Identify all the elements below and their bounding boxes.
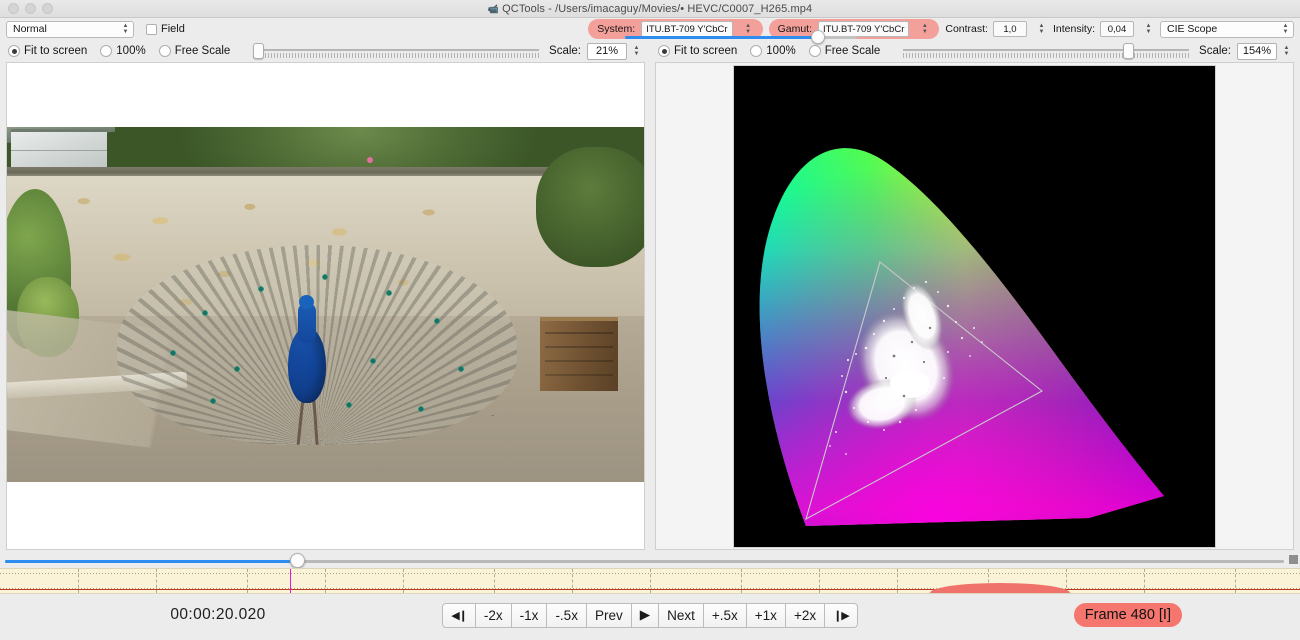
cie-scope-svg — [734, 66, 1215, 547]
intensity-control-group: Intensity: 0,04 ▲▼ — [1053, 21, 1154, 37]
scope-chevron-updown-icon[interactable]: ▲▼ — [1280, 22, 1291, 37]
filter-mode-value: Normal — [13, 23, 116, 35]
video-wooden-crate — [540, 317, 618, 391]
left-fit-to-screen-label: Fit to screen — [24, 45, 87, 57]
left-fit-to-screen-radio[interactable]: Fit to screen — [8, 45, 87, 57]
video-hedge-right — [536, 147, 645, 267]
radio-indicator[interactable] — [100, 45, 112, 57]
radio-indicator[interactable] — [8, 45, 20, 57]
video-peacock-head — [299, 295, 314, 309]
speed-plus-2x-button[interactable]: +2x — [786, 603, 825, 628]
scope-type-value: CIE Scope — [1167, 23, 1276, 35]
graph-playhead[interactable] — [290, 569, 292, 594]
speed-minus-half-button[interactable]: -.5x — [547, 603, 587, 628]
slider-handle[interactable] — [290, 553, 305, 568]
speed-minus-2x-button[interactable]: -2x — [476, 603, 512, 628]
frame-number-badge: Frame 480 [I] — [1074, 603, 1182, 627]
right-scale-value: 154% — [1243, 45, 1271, 57]
right-free-scale-radio[interactable]: Free Scale — [809, 45, 881, 57]
scope-type-select[interactable]: CIE Scope ▲▼ — [1160, 21, 1294, 38]
slider-track — [903, 49, 1189, 51]
intensity-label: Intensity: — [1053, 23, 1095, 35]
right-zoom-slider[interactable] — [903, 44, 1189, 58]
contrast-control-group: Contrast: 1,0 ▲▼ — [945, 21, 1047, 37]
intensity-value: 0,04 — [1108, 24, 1127, 35]
right-scale-label: Scale: — [1199, 45, 1231, 57]
slider-handle[interactable] — [811, 30, 825, 44]
field-checkbox-label: Field — [161, 23, 185, 35]
right-scale-controls: Fit to screen 100% Free Scale Scale: 154… — [650, 43, 1300, 60]
slider-track — [253, 49, 539, 51]
timeline-area — [0, 550, 1300, 594]
transport-bar: 00:00:20.020 ◀❙ -2x -1x -.5x Prev ▶ Next… — [0, 594, 1300, 636]
app-icon: 📹 — [488, 4, 499, 14]
graph-highlight-region — [930, 583, 1070, 594]
right-fit-to-screen-label: Fit to screen — [674, 45, 737, 57]
speed-minus-1x-button[interactable]: -1x — [512, 603, 548, 628]
window-title: 📹QCTools - /Users/imacaguy/Movies/• HEVC… — [0, 3, 1300, 15]
slider-ticks — [253, 53, 539, 58]
playback-position-slider[interactable] — [5, 558, 1284, 564]
left-scale-label: Scale: — [549, 45, 581, 57]
right-100-percent-label: 100% — [766, 45, 795, 57]
video-frame-image — [7, 127, 645, 482]
window-title-bar: 📹QCTools - /Users/imacaguy/Movies/• HEVC… — [0, 0, 1300, 18]
left-scale-stepper-icon[interactable]: ▲▼ — [631, 44, 642, 59]
left-scale-input[interactable]: 21% — [587, 43, 627, 60]
radio-indicator[interactable] — [658, 45, 670, 57]
panels-container — [0, 62, 1300, 550]
left-free-scale-label: Free Scale — [175, 45, 231, 57]
contrast-value: 1,0 — [1003, 24, 1016, 35]
video-preview-panel[interactable] — [6, 62, 645, 550]
step-back-field-button[interactable]: ◀❙ — [442, 603, 476, 628]
scope-panel[interactable] — [655, 62, 1294, 550]
left-free-scale-radio[interactable]: Free Scale — [159, 45, 231, 57]
radio-indicator[interactable] — [809, 45, 821, 57]
left-100-percent-radio[interactable]: 100% — [100, 45, 145, 57]
intensity-input[interactable]: 0,04 — [1100, 21, 1134, 37]
contrast-label: Contrast: — [945, 23, 988, 35]
quality-metric-graph[interactable] — [0, 568, 1300, 594]
right-free-scale-label: Free Scale — [825, 45, 881, 57]
slider-fill — [625, 36, 818, 39]
window-title-text: QCTools - /Users/imacaguy/Movies/• HEVC/… — [502, 3, 812, 15]
right-scale-stepper-icon[interactable]: ▲▼ — [1281, 44, 1292, 59]
slider-handle[interactable] — [1123, 43, 1134, 59]
toolbar-position-slider[interactable] — [625, 30, 857, 44]
right-fit-to-screen-radio[interactable]: Fit to screen — [658, 45, 737, 57]
field-checkbox[interactable]: Field — [146, 23, 185, 35]
slider-ticks — [903, 53, 1189, 58]
right-100-percent-radio[interactable]: 100% — [750, 45, 795, 57]
contrast-stepper-icon[interactable]: ▲▼ — [1036, 22, 1047, 37]
speed-plus-1x-button[interactable]: +1x — [747, 603, 786, 628]
transport-button-group: ◀❙ -2x -1x -.5x Prev ▶ Next +.5x +1x +2x… — [442, 603, 858, 628]
main-toolbar: Normal ▲▼ Field System: ITU.BT-709 Y'CbC… — [0, 18, 1300, 40]
step-forward-field-button[interactable]: ❙▶ — [825, 603, 858, 628]
slider-fill — [5, 560, 290, 563]
left-100-percent-label: 100% — [116, 45, 145, 57]
intensity-stepper-icon[interactable]: ▲▼ — [1143, 22, 1154, 37]
speed-plus-half-button[interactable]: +.5x — [704, 603, 747, 628]
timecode-display: 00:00:20.020 — [0, 606, 436, 624]
cie-scope-plot[interactable] — [733, 65, 1216, 548]
chevron-updown-icon[interactable]: ▲▼ — [120, 22, 131, 37]
left-scale-controls: Fit to screen 100% Free Scale Scale: 21%… — [0, 43, 650, 60]
slider-handle[interactable] — [253, 43, 264, 59]
graph-threshold-line — [0, 589, 1300, 591]
prev-frame-button[interactable]: Prev — [587, 603, 632, 628]
play-button[interactable]: ▶ — [632, 603, 659, 628]
filter-mode-select[interactable]: Normal ▲▼ — [6, 21, 134, 38]
radio-indicator[interactable] — [750, 45, 762, 57]
contrast-input[interactable]: 1,0 — [993, 21, 1027, 37]
next-frame-button[interactable]: Next — [659, 603, 704, 628]
right-scale-input[interactable]: 154% — [1237, 43, 1277, 60]
gamut-stepper-icon[interactable]: ▲▼ — [919, 22, 930, 37]
radio-indicator[interactable] — [159, 45, 171, 57]
left-scale-value: 21% — [596, 45, 618, 57]
left-zoom-slider[interactable] — [253, 44, 539, 58]
scroll-indicator[interactable] — [1289, 555, 1298, 564]
video-peacock-neck — [298, 303, 316, 343]
video-pink-flower — [367, 157, 373, 163]
field-checkbox-box[interactable] — [146, 24, 157, 35]
